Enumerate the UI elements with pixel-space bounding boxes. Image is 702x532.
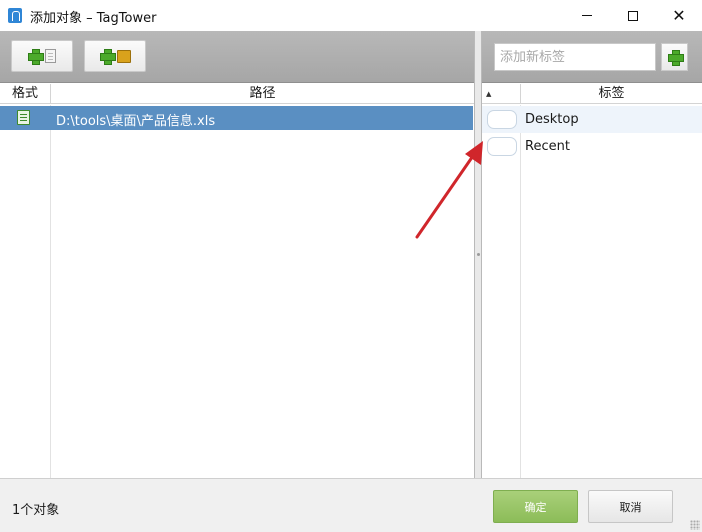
sort-ascending-icon[interactable]: ▲	[482, 84, 521, 104]
tag-label: Recent	[525, 139, 570, 154]
objects-toolbar	[0, 31, 474, 83]
pane-splitter[interactable]	[474, 31, 482, 478]
tag-checkbox[interactable]	[487, 110, 517, 129]
maximize-icon	[628, 10, 638, 21]
title-bar: 添加对象 – TagTower ✕	[0, 0, 702, 31]
minimize-icon	[582, 15, 592, 16]
tag-row-recent[interactable]: Recent	[482, 133, 702, 160]
column-divider	[50, 105, 51, 478]
resize-grip-icon[interactable]	[690, 520, 700, 530]
objects-table: D:\tools\桌面\产品信息.xls	[0, 105, 474, 478]
plus-icon	[28, 49, 44, 65]
tag-checkbox[interactable]	[487, 137, 517, 156]
minimize-button[interactable]	[564, 0, 610, 31]
add-folder-button[interactable]	[84, 40, 146, 72]
ok-button[interactable]: 确定	[493, 490, 578, 523]
tag-label: Desktop	[525, 112, 579, 127]
column-divider	[520, 105, 521, 478]
column-header-tag[interactable]: 标签	[521, 84, 702, 104]
window-title: 添加对象 – TagTower	[30, 11, 157, 26]
close-icon: ✕	[672, 6, 686, 25]
add-tag-button[interactable]	[661, 43, 688, 71]
folder-icon	[116, 49, 131, 63]
excel-file-icon	[17, 110, 30, 125]
file-path: D:\tools\桌面\产品信息.xls	[56, 114, 216, 129]
table-row[interactable]: D:\tools\桌面\产品信息.xls	[0, 106, 473, 130]
plus-icon	[99, 49, 116, 65]
tags-toolbar	[482, 31, 702, 83]
splitter-grip-icon	[477, 253, 480, 256]
tagtower-app-icon	[8, 8, 22, 23]
tag-row-desktop[interactable]: Desktop	[482, 106, 702, 133]
document-icon	[45, 49, 56, 63]
plus-icon	[667, 50, 684, 66]
dialog-footer: 1个对象 确定 取消	[0, 478, 702, 532]
add-file-button[interactable]	[11, 40, 73, 72]
maximize-button[interactable]	[610, 0, 656, 31]
tags-table-header: ▲ 标签	[482, 84, 702, 104]
close-button[interactable]: ✕	[656, 0, 702, 31]
tags-table: Desktop Recent	[482, 105, 702, 478]
column-header-format[interactable]: 格式	[0, 84, 51, 104]
column-header-path[interactable]: 路径	[51, 84, 474, 104]
object-count-status: 1个对象	[12, 503, 60, 518]
objects-table-header: 格式 路径	[0, 84, 474, 104]
cancel-button[interactable]: 取消	[588, 490, 673, 523]
new-tag-input[interactable]	[494, 43, 656, 71]
